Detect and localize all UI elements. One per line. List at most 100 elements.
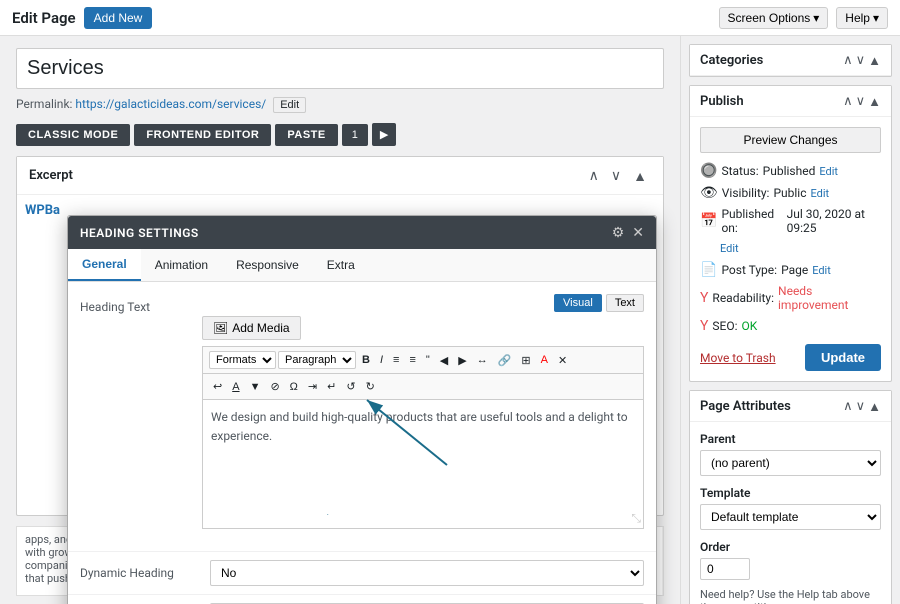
italic-button[interactable]: I — [376, 352, 387, 368]
tab-general[interactable]: General — [68, 249, 141, 281]
outdent-button[interactable]: ↵ — [323, 378, 340, 395]
special-char-button[interactable]: Ω — [286, 379, 302, 395]
frontend-editor-button[interactable]: FRONTEND EDITOR — [134, 124, 271, 146]
paste-button[interactable]: PASTE — [275, 124, 337, 146]
tab-extra[interactable]: Extra — [313, 249, 369, 281]
ul-button[interactable]: ≡ — [389, 352, 403, 368]
categories-expand[interactable]: ▲ — [868, 52, 881, 68]
update-button[interactable]: Update — [805, 344, 881, 371]
excerpt-controls: ∧ ∨ ▲ — [585, 165, 651, 186]
parent-select[interactable]: (no parent) — [700, 450, 881, 476]
seo-value: OK — [742, 319, 758, 333]
page-title: Edit Page — [12, 9, 76, 27]
chevron-down-icon-2: ▾ — [873, 11, 879, 25]
status-icon: 🔘 — [700, 163, 717, 179]
editor-mode-bar: CLASSIC MODE FRONTEND EDITOR PASTE 1 ▶ — [16, 123, 664, 146]
heading-text-label: Heading Text — [80, 294, 190, 314]
redo-button[interactable]: ↻ — [362, 378, 379, 395]
publish-expand[interactable]: ▲ — [868, 93, 881, 109]
formats-select[interactable]: Formats — [209, 351, 276, 369]
published-edit-link[interactable]: Edit — [720, 242, 739, 255]
post-type-row: 📄 Post Type: Page Edit — [700, 262, 881, 278]
heading-text-row: Heading Text Visual Text 🖼 — [80, 294, 644, 529]
undo2-button[interactable]: ↺ — [342, 378, 359, 395]
indent-button[interactable]: ⇥ — [304, 378, 321, 395]
resize-handle[interactable]: ⤡ — [631, 511, 641, 526]
add-new-button[interactable]: Add New — [84, 7, 153, 29]
tab-responsive[interactable]: Responsive — [222, 249, 313, 281]
modal-close-button[interactable]: ✕ — [632, 224, 644, 241]
undo-button[interactable]: ↩ — [209, 378, 226, 395]
excerpt-expand[interactable]: ▲ — [629, 165, 651, 186]
categories-down[interactable]: ∨ — [856, 52, 866, 68]
main-container: Permalink: https://galacticideas.com/ser… — [0, 36, 900, 604]
excerpt-header: Excerpt ∧ ∨ ▲ — [17, 157, 663, 195]
classic-mode-button[interactable]: CLASSIC MODE — [16, 124, 130, 146]
screen-options-button[interactable]: Screen Options ▾ — [719, 7, 829, 29]
wpbakery-area: WPBa HEADING SETTINGS ⚙ ✕ General A — [17, 195, 663, 515]
visibility-icon: 👁 — [700, 185, 718, 201]
clear-format-button[interactable]: ⊘ — [266, 378, 283, 395]
readability-icon: Y — [700, 290, 708, 306]
permalink-edit-button[interactable]: Edit — [273, 97, 306, 113]
ol-button[interactable]: ≡ — [405, 352, 419, 368]
page-num-button[interactable]: 1 — [342, 124, 368, 146]
top-bar-left: Edit Page Add New — [12, 7, 152, 29]
visibility-value: Public — [773, 186, 806, 200]
order-input[interactable] — [700, 558, 750, 580]
readability-label: Readability: — [712, 291, 774, 305]
status-row: 🔘 Status: Published Edit — [700, 163, 881, 179]
permalink-url[interactable]: https://galacticideas.com/services/ — [75, 97, 266, 111]
status-edit-link[interactable]: Edit — [819, 165, 838, 178]
modal-gear-button[interactable]: ⚙ — [612, 224, 625, 241]
text-color-button[interactable]: ▼ — [246, 379, 265, 395]
bold-button[interactable]: B — [358, 352, 374, 368]
post-type-edit-link[interactable]: Edit — [812, 264, 831, 277]
readability-row: Y Readability: Needs improvement — [700, 284, 881, 312]
color-button[interactable]: A — [537, 352, 552, 368]
align-center-button[interactable]: ▶ — [454, 352, 470, 369]
blockquote-button[interactable]: " — [422, 352, 434, 368]
add-media-button[interactable]: 🖼 Add Media — [202, 316, 301, 340]
tinymce-content[interactable]: We design and build high-quality product… — [202, 399, 644, 529]
preview-changes-button[interactable]: Preview Changes — [700, 127, 881, 153]
template-select[interactable]: Default template — [700, 504, 881, 530]
page-attrs-expand[interactable]: ▲ — [868, 398, 881, 414]
visibility-row: 👁 Visibility: Public Edit — [700, 185, 881, 201]
excerpt-collapse-up[interactable]: ∧ — [585, 165, 603, 186]
close-editor-button[interactable]: ✕ — [554, 352, 571, 369]
underline-button[interactable]: A — [228, 379, 243, 395]
table-button[interactable]: ⊞ — [517, 352, 534, 369]
text-button[interactable]: Text — [606, 294, 644, 312]
publish-panel: Publish ∧ ∨ ▲ Preview Changes 🔘 Status: … — [689, 85, 892, 382]
page-attrs-up[interactable]: ∧ — [843, 398, 853, 414]
publish-up[interactable]: ∧ — [843, 93, 853, 109]
publish-controls: ∧ ∨ ▲ — [843, 93, 881, 109]
help-label: Help — [845, 11, 870, 25]
page-attrs-down[interactable]: ∨ — [856, 398, 866, 414]
excerpt-collapse-down[interactable]: ∨ — [607, 165, 625, 186]
chevron-down-icon: ▾ — [813, 11, 819, 25]
visual-button[interactable]: Visual — [554, 294, 602, 312]
tab-animation[interactable]: Animation — [141, 249, 222, 281]
page-title-input[interactable] — [16, 48, 664, 89]
navigate-arrow-button[interactable]: ▶ — [372, 123, 396, 146]
publish-down[interactable]: ∨ — [856, 93, 866, 109]
modal-header-icons: ⚙ ✕ — [612, 224, 644, 241]
modal-body: Heading Text Visual Text 🖼 — [68, 282, 656, 551]
align-left-button[interactable]: ◀ — [436, 352, 452, 369]
align-right-button[interactable]: ↔ — [473, 352, 492, 368]
visibility-edit-link[interactable]: Edit — [811, 187, 830, 200]
categories-up[interactable]: ∧ — [843, 52, 853, 68]
help-button[interactable]: Help ▾ — [836, 7, 888, 29]
publish-body: Preview Changes 🔘 Status: Published Edit… — [690, 117, 891, 381]
dynamic-heading-select[interactable]: No — [210, 560, 644, 586]
seo-icon: Y — [700, 318, 708, 334]
publish-header: Publish ∧ ∨ ▲ — [690, 86, 891, 117]
move-to-trash-link[interactable]: Move to Trash — [700, 351, 776, 365]
page-attributes-panel: Page Attributes ∧ ∨ ▲ Parent (no parent)… — [689, 390, 892, 604]
link-button[interactable]: 🔗 — [494, 352, 516, 369]
editor-area: Permalink: https://galacticideas.com/ser… — [0, 36, 680, 604]
add-media-label: Add Media — [232, 321, 289, 335]
paragraph-select[interactable]: Paragraph — [278, 351, 356, 369]
